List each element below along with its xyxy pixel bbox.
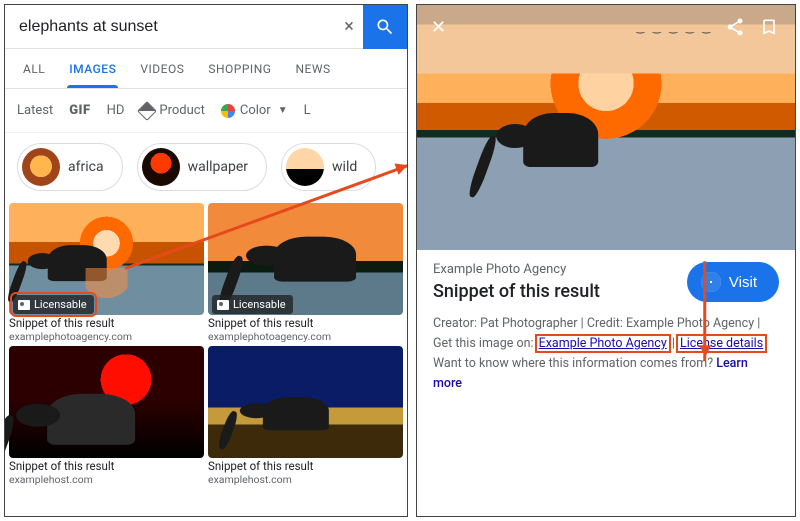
chip-thumb [286, 148, 324, 186]
image-result[interactable]: Snippet of this result examplehost.com [9, 346, 204, 485]
result-snippet: Snippet of this result [9, 317, 204, 331]
chip-label: africa [68, 159, 104, 175]
chip-africa[interactable]: africa [17, 143, 123, 191]
close-icon[interactable]: ✕ [431, 17, 446, 38]
result-source: examplephotoagency.com [9, 331, 204, 343]
result-snippet: Snippet of this result [208, 460, 403, 474]
result-thumbnail [208, 346, 403, 458]
palette-icon [221, 104, 235, 118]
image-icon [18, 300, 30, 310]
chip-wallpaper[interactable]: wallpaper [137, 143, 267, 191]
tab-shopping[interactable]: SHOPPING [196, 49, 283, 88]
chip-label: wallpaper [188, 159, 248, 175]
chip-thumb [22, 148, 60, 186]
licensable-badge: Licensable [233, 298, 286, 311]
chip-wild[interactable]: wild [281, 143, 376, 191]
image-results-grid: Licensable Snippet of this result exampl… [5, 203, 407, 492]
credit-value: Example Photo Agency [626, 316, 754, 331]
result-source: examplehost.com [9, 474, 204, 486]
chip-thumb [142, 148, 180, 186]
search-input[interactable] [5, 5, 335, 48]
license-details-link[interactable]: License details [678, 336, 765, 351]
search-tabs: ALL IMAGES VIDEOS SHOPPING NEWS [5, 49, 407, 89]
visit-label: Visit [729, 274, 757, 291]
sep: | [757, 316, 760, 331]
provenance-label: Want to know where this information come… [433, 356, 713, 371]
creator-label: Creator: [433, 316, 477, 331]
image-metadata: Example Photo Agency Snippet of this res… [417, 250, 795, 516]
search-button[interactable] [363, 5, 407, 49]
result-source: examplephotoagency.com [208, 331, 403, 343]
related-chips: africa wallpaper wild [5, 133, 407, 203]
image-credits: Creator: Pat Photographer | Credit: Exam… [433, 314, 779, 394]
annotation-arrow-down [704, 261, 707, 361]
bookmark-icon[interactable] [759, 17, 779, 37]
result-snippet: Snippet of this result [208, 317, 403, 331]
visit-button[interactable]: Visit [687, 262, 779, 302]
creator-value: Pat Photographer [480, 316, 577, 331]
search-icon [375, 17, 395, 37]
image-viewer-panel: ‿ ‿ ‿ ‿ ‿ ✕ Example Photo Agency Snippet… [416, 4, 796, 517]
elephant-silhouette-icon [274, 237, 356, 282]
result-thumbnail [9, 346, 204, 458]
result-snippet: Snippet of this result [9, 460, 204, 474]
birds-icon: ‿ ‿ ‿ ‿ ‿ [636, 23, 713, 34]
licensable-badge: Licensable [34, 298, 87, 311]
image-result[interactable]: Snippet of this result examplehost.com [208, 346, 403, 485]
elephant-silhouette-icon [48, 246, 107, 282]
image-icon [217, 300, 229, 310]
get-image-link-agency[interactable]: Example Photo Agency [537, 336, 669, 351]
viewer-hero-image[interactable]: ‿ ‿ ‿ ‿ ‿ ✕ [417, 5, 795, 250]
share-icon[interactable] [725, 17, 745, 37]
tab-videos[interactable]: VIDEOS [128, 49, 196, 88]
filter-product[interactable]: Product [140, 103, 204, 118]
search-results-panel: × ALL IMAGES VIDEOS SHOPPING NEWS Latest… [4, 4, 408, 517]
chip-label: wild [332, 159, 357, 175]
result-source: examplehost.com [208, 474, 403, 486]
filter-color[interactable]: Color ▼ [221, 103, 288, 118]
filter-bar: Latest GIF HD Product Color ▼ L [5, 89, 407, 133]
search-bar: × [5, 5, 407, 49]
filter-hd[interactable]: HD [107, 103, 125, 118]
tab-images[interactable]: IMAGES [57, 49, 128, 88]
get-image-label: Get this image on: [433, 336, 534, 351]
tab-news[interactable]: NEWS [283, 49, 342, 88]
clear-icon[interactable]: × [335, 16, 363, 37]
filter-latest[interactable]: Latest [17, 103, 53, 118]
elephant-silhouette-icon [523, 113, 599, 167]
image-result[interactable]: Licensable Snippet of this result exampl… [9, 203, 204, 342]
image-result[interactable]: Licensable Snippet of this result exampl… [208, 203, 403, 342]
credit-label: Credit: [587, 316, 623, 331]
tab-all[interactable]: ALL [11, 49, 57, 88]
elephant-silhouette-icon [263, 397, 329, 431]
tag-icon [138, 101, 158, 121]
chevron-down-icon: ▼ [278, 105, 288, 116]
filter-gif[interactable]: GIF [69, 103, 90, 118]
filter-license-truncated[interactable]: L [304, 103, 311, 118]
elephant-silhouette-icon [47, 394, 135, 444]
